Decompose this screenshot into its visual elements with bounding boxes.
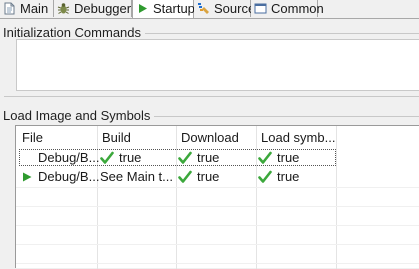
init-commands-title: Initialization Commands: [3, 25, 146, 40]
column-header-file[interactable]: File: [22, 130, 43, 145]
tab-source[interactable]: Source: [194, 0, 255, 17]
column-header-download[interactable]: Download: [181, 130, 239, 145]
check-icon: [258, 151, 272, 164]
column-header-build[interactable]: Build: [102, 130, 131, 145]
tab-bar: Main Debugger Startup Source Common: [0, 0, 419, 19]
load-image-table[interactable]: File Build Download Load symb... Debug/B…: [15, 125, 419, 269]
document-icon: [3, 2, 16, 15]
tab-main[interactable]: Main: [0, 0, 54, 17]
tab-debugger-label: Debugger: [74, 1, 132, 16]
init-commands-textbox[interactable]: [16, 39, 419, 91]
row-divider: [16, 225, 419, 226]
row-file: Debug/B...: [21, 169, 99, 184]
tab-debugger[interactable]: Debugger: [54, 0, 132, 17]
init-group-bottom: [4, 96, 419, 97]
download-value: true: [197, 150, 220, 165]
tab-startup-label: Startup: [153, 1, 195, 16]
tab-startup[interactable]: Startup: [132, 0, 195, 18]
tab-source-label: Source: [214, 1, 256, 16]
row-file: Debug/B...: [38, 150, 100, 165]
row-load-symbols: true: [258, 169, 299, 184]
play-icon: [23, 172, 32, 181]
load-symbols-value: true: [277, 150, 300, 165]
download-value: true: [197, 169, 220, 184]
check-icon: [178, 170, 192, 183]
row-divider: [16, 206, 419, 207]
check-icon: [100, 151, 114, 164]
row-divider: [16, 187, 419, 188]
file-value: Debug/B...: [38, 169, 100, 184]
tab-common[interactable]: Common: [251, 0, 324, 17]
play-icon: [136, 2, 149, 15]
check-icon: [258, 170, 272, 183]
table-row[interactable]: Debug/B... See Main t... true true: [16, 168, 419, 186]
check-icon: [178, 151, 192, 164]
row-download: true: [178, 169, 219, 184]
row-divider: [16, 263, 419, 264]
tab-main-label: Main: [20, 1, 49, 16]
window-icon: [254, 2, 267, 15]
table-row[interactable]: Debug/B... true true true: [16, 149, 419, 167]
row-download: true: [178, 150, 219, 165]
build-value: true: [119, 150, 142, 165]
column-header-load-symbols[interactable]: Load symb...: [261, 130, 335, 145]
table-header: File Build Download Load symb...: [16, 126, 419, 148]
row-build: See Main t...: [100, 169, 173, 184]
tab-common-label: Common: [271, 1, 324, 16]
row-divider: [16, 244, 419, 245]
bug-icon: [57, 2, 70, 15]
load-image-title: Load Image and Symbols: [3, 108, 155, 123]
source-icon: [197, 2, 210, 15]
load-symbols-value: true: [277, 169, 300, 184]
row-load-symbols: true: [258, 150, 299, 165]
row-build: true: [100, 150, 141, 165]
